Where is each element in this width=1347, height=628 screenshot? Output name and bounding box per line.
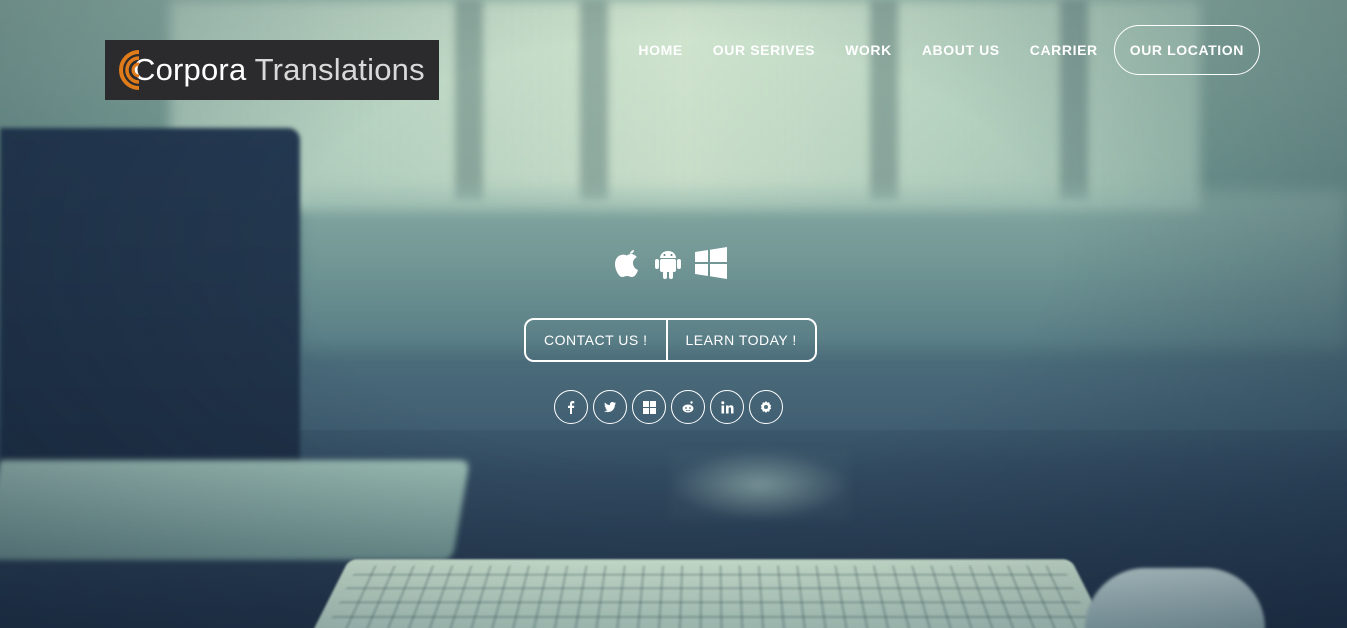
social-links [554, 390, 783, 424]
platform-icons [612, 245, 728, 281]
android-icon[interactable] [652, 245, 684, 281]
logo-swirl-icon [109, 47, 155, 93]
nav-item-home[interactable]: HOME [638, 42, 682, 58]
learn-today-button[interactable]: LEARN TODAY ! [665, 320, 815, 360]
nav-item-carrier[interactable]: CARRIER [1030, 42, 1098, 58]
site-logo[interactable]: Corpora Translations [105, 40, 439, 100]
main-nav: HOME OUR SERIVES WORK ABOUT US CARRIER O… [608, 25, 1260, 75]
apple-icon[interactable] [612, 245, 644, 281]
linkedin-icon[interactable] [710, 390, 744, 424]
windows-icon[interactable] [692, 245, 728, 281]
logo-text: Corpora Translations [133, 52, 425, 88]
cta-button-group: CONTACT US ! LEARN TODAY ! [524, 318, 817, 362]
nav-item-services[interactable]: OUR SERIVES [713, 42, 815, 58]
nav-item-about[interactable]: ABOUT US [922, 42, 1000, 58]
contact-us-button[interactable]: CONTACT US ! [526, 320, 666, 360]
logo-brand-light: Translations [254, 52, 425, 87]
settings-icon[interactable] [749, 390, 783, 424]
reddit-icon[interactable] [671, 390, 705, 424]
twitter-icon[interactable] [593, 390, 627, 424]
our-location-button[interactable]: OUR LOCATION [1113, 25, 1260, 75]
hero-section: Corpora Translations HOME OUR SERIVES WO… [0, 0, 1347, 628]
nav-item-work[interactable]: WORK [845, 42, 892, 58]
facebook-icon[interactable] [554, 390, 588, 424]
windows-icon[interactable] [632, 390, 666, 424]
